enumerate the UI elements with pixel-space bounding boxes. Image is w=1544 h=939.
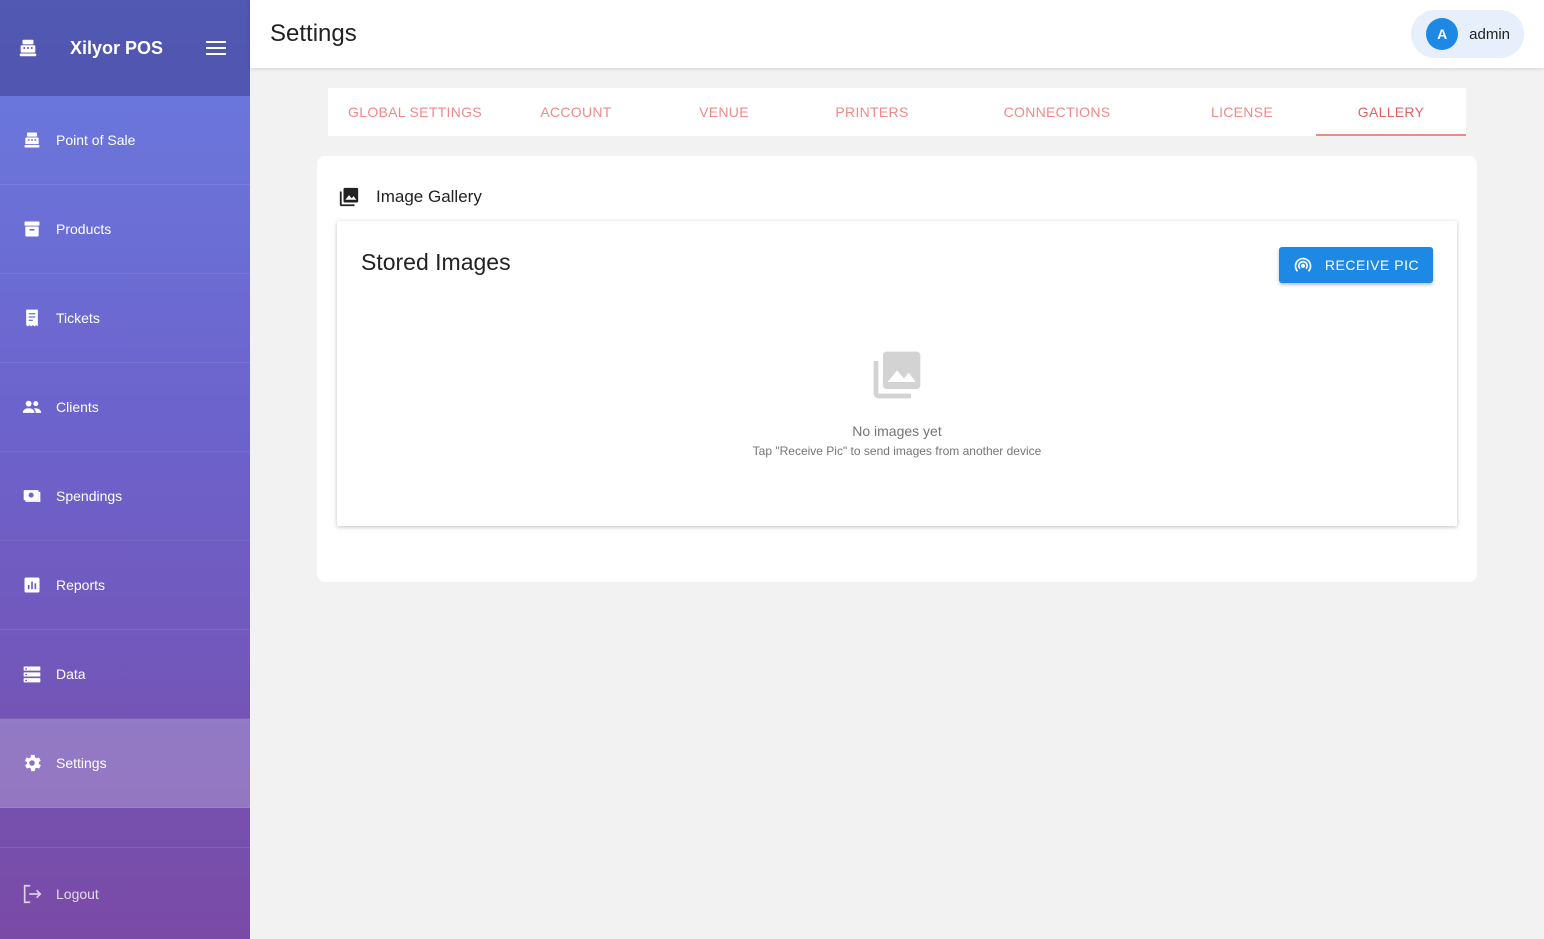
bar-chart-icon xyxy=(20,573,44,597)
sidebar-item-label: Products xyxy=(56,221,112,237)
sidebar-item-reports[interactable]: Reports xyxy=(0,541,250,630)
sidebar-item-label: Settings xyxy=(56,755,107,771)
gallery-header: Image Gallery xyxy=(338,186,482,208)
database-icon xyxy=(20,662,44,686)
sidebar-item-tickets[interactable]: Tickets xyxy=(0,274,250,363)
brand-name: Xilyor POS xyxy=(70,37,164,58)
tab-gallery[interactable]: GALLERY xyxy=(1316,88,1466,136)
tab-connections[interactable]: CONNECTIONS xyxy=(946,88,1168,136)
sidebar-item-label: Reports xyxy=(56,577,106,593)
sidebar: Xilyor POS Point of Sale Products Ticket… xyxy=(0,0,250,939)
sidebar-item-label: Tickets xyxy=(56,310,100,326)
gallery-title: Image Gallery xyxy=(376,187,482,206)
cash-register-icon xyxy=(16,36,40,60)
gallery-card: Image Gallery Stored Images RECEIVE PIC … xyxy=(317,156,1477,582)
stored-images-panel: Stored Images RECEIVE PIC No images yet … xyxy=(337,221,1457,526)
empty-hint: Tap "Receive Pic" to send images from an… xyxy=(752,444,1042,458)
empty-state: No images yet Tap "Receive Pic" to send … xyxy=(337,345,1457,458)
sidebar-item-clients[interactable]: Clients xyxy=(0,363,250,452)
tab-license[interactable]: LICENSE xyxy=(1168,88,1316,136)
archive-box-icon xyxy=(20,217,44,241)
people-icon xyxy=(20,395,44,419)
photo-library-icon xyxy=(867,345,927,405)
username: admin xyxy=(1469,25,1510,43)
sidebar-item-label: Clients xyxy=(56,399,99,415)
avatar: A xyxy=(1426,18,1459,50)
wifi-tethering-icon xyxy=(1293,255,1313,275)
gear-icon xyxy=(20,751,44,775)
image-gallery-icon xyxy=(338,186,360,208)
sidebar-item-data[interactable]: Data xyxy=(0,630,250,719)
cash-icon xyxy=(20,484,44,508)
tab-venue[interactable]: VENUE xyxy=(650,88,798,136)
sidebar-item-settings[interactable]: Settings xyxy=(0,719,250,808)
sidebar-item-spendings[interactable]: Spendings xyxy=(0,452,250,541)
logout-label: Logout xyxy=(56,885,99,902)
sidebar-item-point-of-sale[interactable]: Point of Sale xyxy=(0,96,250,185)
sidebar-item-label: Spendings xyxy=(56,488,123,504)
empty-message: No images yet xyxy=(852,423,942,439)
page-title: Settings xyxy=(270,20,357,47)
sidebar-item-products[interactable]: Products xyxy=(0,185,250,274)
user-menu[interactable]: A admin xyxy=(1411,10,1524,58)
top-bar: Settings A admin xyxy=(250,0,1544,68)
tab-global-settings[interactable]: GLOBAL SETTINGS xyxy=(328,88,502,136)
sidebar-item-label: Point of Sale xyxy=(56,132,136,148)
sidebar-item-label: Data xyxy=(56,666,86,682)
logout-icon xyxy=(20,882,44,906)
cash-register-icon xyxy=(20,128,44,152)
tab-printers[interactable]: PRINTERS xyxy=(798,88,946,136)
receive-pic-label: RECEIVE PIC xyxy=(1324,257,1420,273)
sidebar-header: Xilyor POS xyxy=(0,0,250,96)
settings-tabs: GLOBAL SETTINGS ACCOUNT VENUE PRINTERS C… xyxy=(328,88,1466,136)
menu-icon[interactable] xyxy=(204,36,228,60)
tab-account[interactable]: ACCOUNT xyxy=(502,88,650,136)
receipt-icon xyxy=(20,306,44,330)
stored-images-title: Stored Images xyxy=(361,249,511,275)
receive-pic-button[interactable]: RECEIVE PIC xyxy=(1279,247,1433,283)
logout-button[interactable]: Logout xyxy=(0,847,250,939)
